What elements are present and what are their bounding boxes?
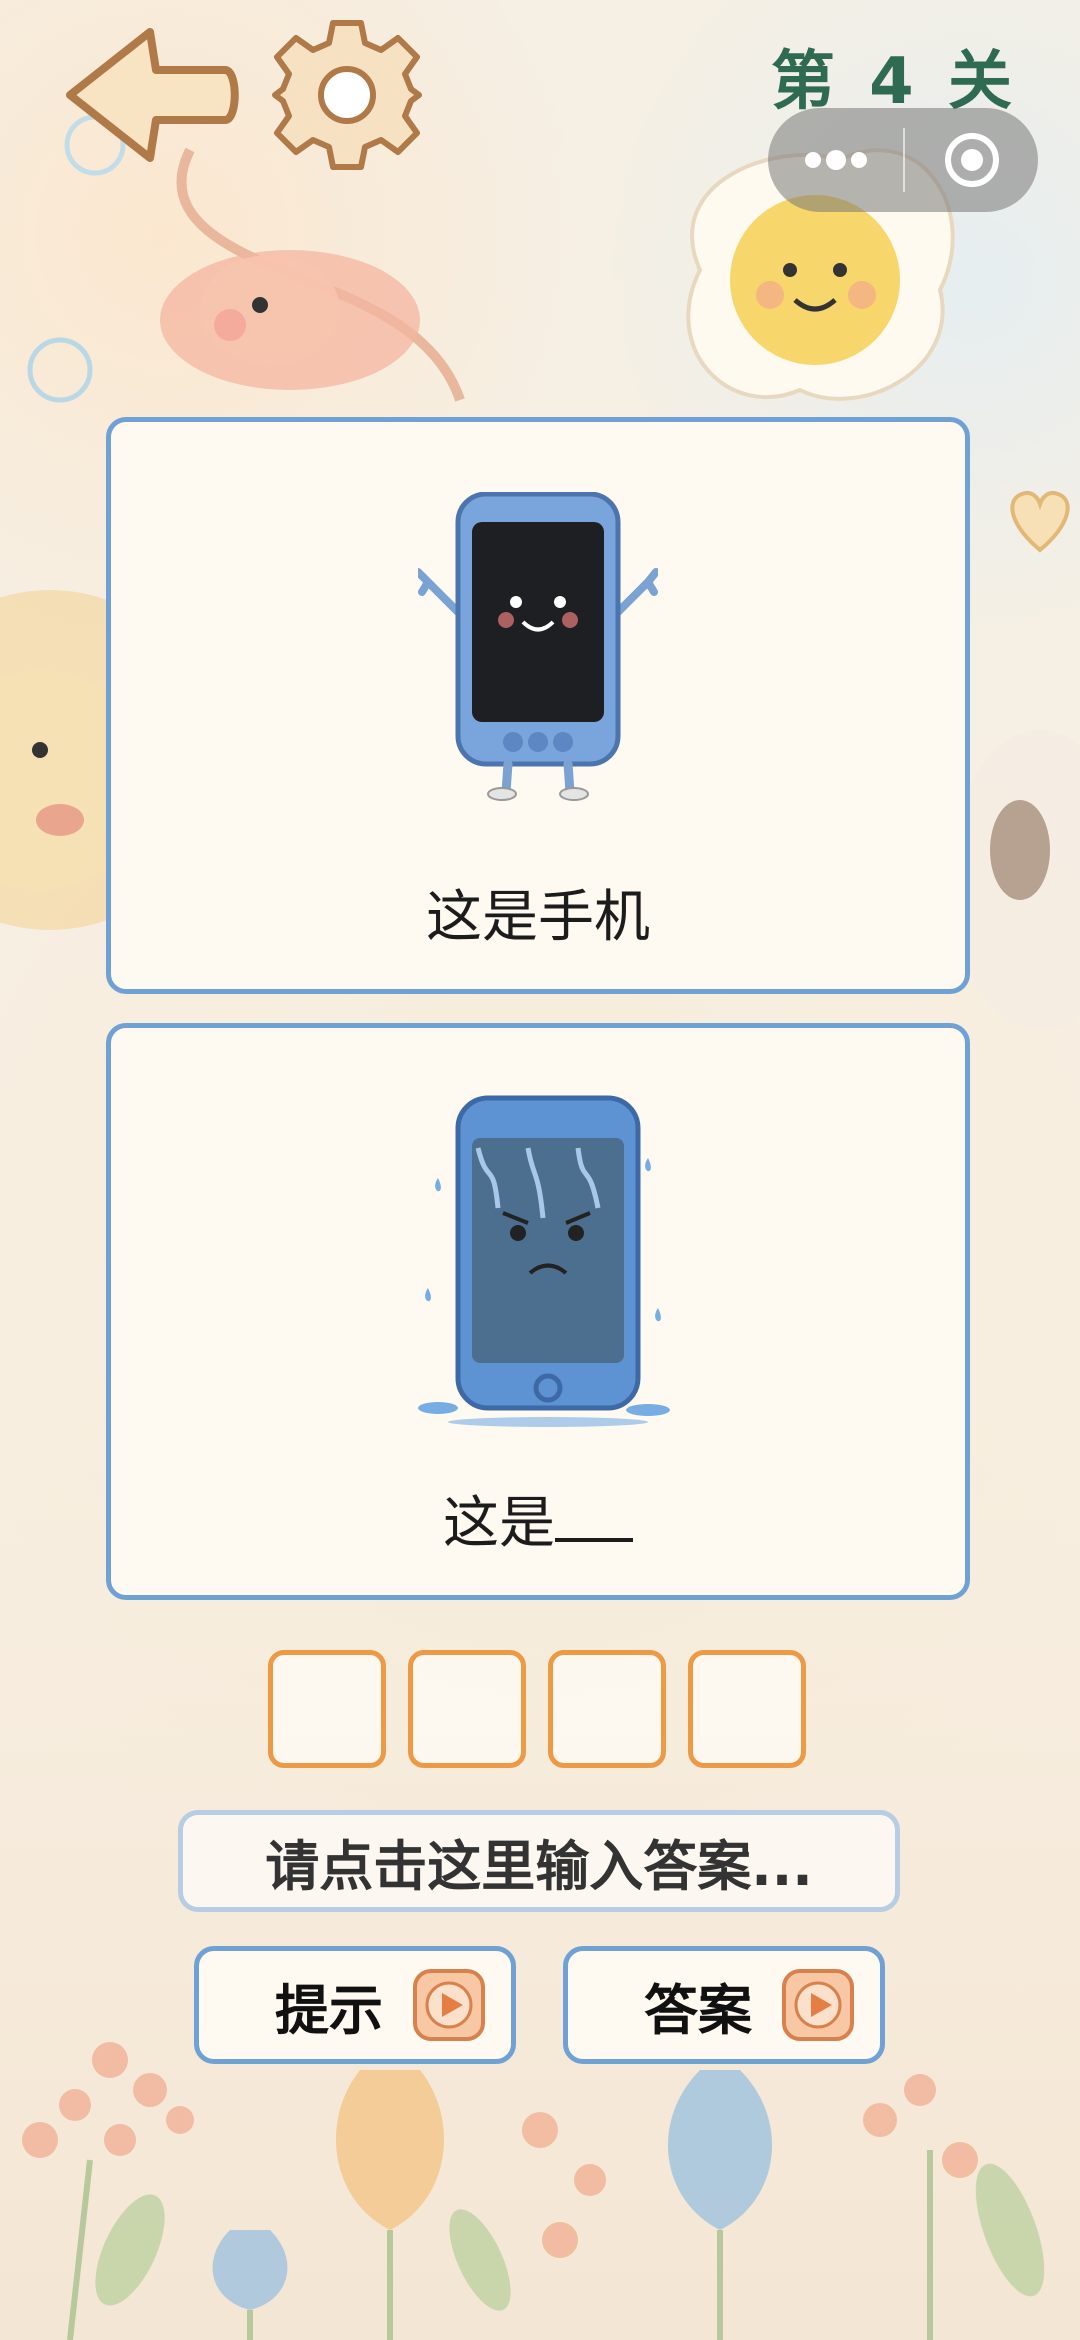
answer-button[interactable]: 答案: [563, 1946, 885, 2064]
flowers-decoration: [22, 2042, 1045, 2340]
hint-button[interactable]: 提示: [194, 1946, 516, 2064]
answer-slot[interactable]: [268, 1650, 386, 1768]
question-caption: 这是: [111, 1478, 965, 1559]
answer-input[interactable]: 请点击这里输入答案...: [178, 1810, 900, 1912]
close-button[interactable]: [905, 108, 1038, 212]
answer-slots: [268, 1650, 806, 1768]
more-button[interactable]: [768, 108, 903, 212]
answer-slot[interactable]: [688, 1650, 806, 1768]
bubble-decoration: [27, 337, 93, 403]
question-card: 这是: [106, 1023, 970, 1600]
gear-icon[interactable]: [262, 10, 432, 180]
answer-slot[interactable]: [408, 1650, 526, 1768]
target-close-icon: [944, 133, 999, 187]
answer-slot[interactable]: [548, 1650, 666, 1768]
question-caption-prefix: 这是: [443, 1491, 555, 1556]
video-play-icon: [413, 1969, 485, 2041]
video-play-icon: [782, 1969, 854, 2041]
answer-blank: [555, 1498, 633, 1542]
answer-button-label: 答案: [644, 1978, 752, 2042]
wet-sad-phone-illustration: [418, 1095, 670, 1427]
example-card: 这是手机: [106, 417, 970, 994]
cow-decoration: [960, 730, 1080, 1030]
mini-program-capsule: [768, 108, 1038, 212]
more-dots-icon: [804, 150, 867, 170]
card-caption: 这是手机: [426, 885, 650, 950]
heart-decoration: [1010, 491, 1070, 553]
hint-button-label: 提示: [275, 1978, 383, 2042]
back-arrow-icon[interactable]: [60, 20, 240, 170]
happy-phone-illustration: [418, 492, 658, 801]
answer-input-placeholder: 请点击这里输入答案...: [265, 1834, 813, 1898]
